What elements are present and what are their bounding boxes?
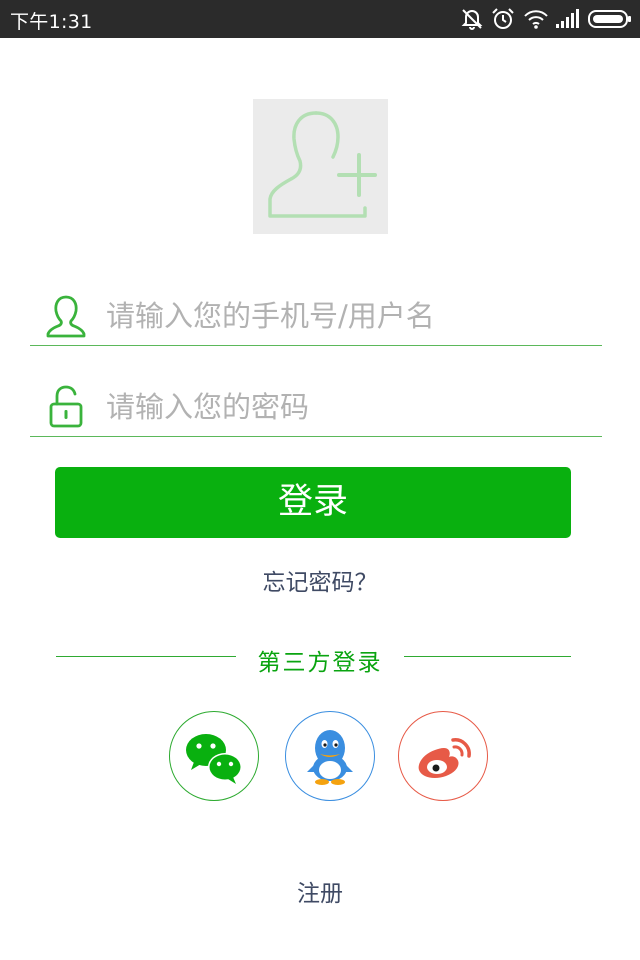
forgot-password-link[interactable]: 忘记密码？: [0, 563, 640, 597]
mute-vibrate-icon: [461, 9, 483, 30]
status-bar: 下午1:31: [0, 0, 640, 38]
wechat-login-button[interactable]: [169, 711, 259, 801]
wechat-icon: [186, 734, 242, 784]
avatar-add-button[interactable]: [253, 99, 388, 234]
weibo-login-button[interactable]: [398, 711, 488, 801]
user-icon: [46, 295, 86, 338]
status-time: 下午1:31: [10, 11, 93, 33]
battery-icon: [588, 10, 631, 28]
register-link[interactable]: 注册: [0, 874, 640, 908]
username-underline: [30, 345, 602, 346]
signal-icon: [556, 9, 579, 28]
wifi-icon: [524, 10, 548, 29]
qq-icon: [307, 730, 353, 785]
add-user-icon: [268, 111, 377, 218]
login-button[interactable]: 登录: [55, 467, 571, 538]
password-underline: [30, 436, 602, 437]
qq-login-button[interactable]: [285, 711, 375, 801]
alarm-icon: [492, 8, 514, 29]
lock-icon: [49, 385, 83, 428]
username-input[interactable]: [106, 294, 586, 338]
third-party-title: 第三方登录: [257, 650, 383, 676]
password-field: [30, 385, 602, 437]
weibo-icon: [418, 738, 471, 778]
divider-right: [404, 656, 571, 657]
password-input[interactable]: [106, 385, 586, 429]
username-field: [30, 294, 602, 346]
